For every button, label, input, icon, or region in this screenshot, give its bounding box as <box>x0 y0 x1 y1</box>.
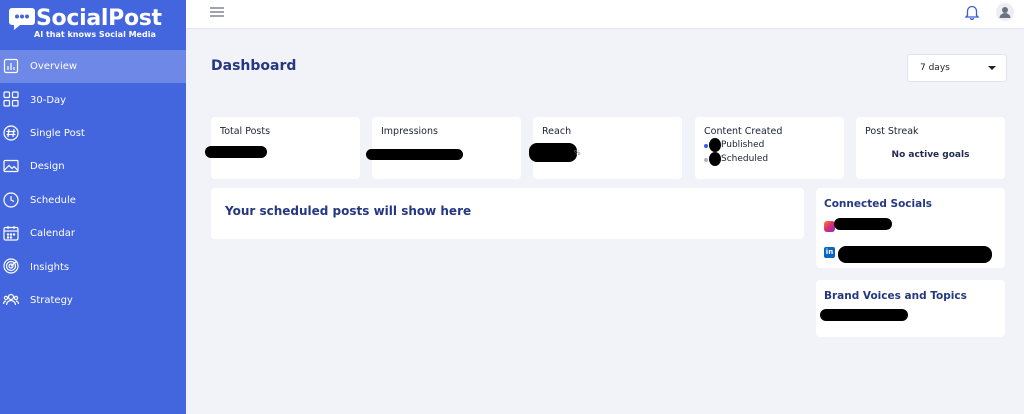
redacted-value <box>366 149 463 160</box>
calendar-icon <box>3 225 19 241</box>
redacted-value <box>709 138 721 152</box>
connected-socials-title: Connected Socials <box>824 198 933 210</box>
stat-card-impressions: Impressions <box>366 117 521 179</box>
scheduled-posts-message: Your scheduled posts will show here <box>225 204 472 218</box>
sidebar-item-label: Design <box>30 161 65 173</box>
bell-icon[interactable] <box>964 4 980 20</box>
chat-bubble-logo-icon <box>9 8 35 30</box>
sidebar-item-label: Overview <box>30 61 78 73</box>
sidebar-nav: Overview 30-Day Single Post Design Sched… <box>0 50 186 317</box>
redacted-account[interactable] <box>838 246 992 263</box>
insights-icon <box>3 258 19 274</box>
sidebar-item-strategy[interactable]: Strategy <box>0 284 186 317</box>
stat-card-content-created: Content Created Published Scheduled <box>695 117 844 179</box>
chevron-down-icon <box>988 66 996 70</box>
sidebar-item-single-post[interactable]: Single Post <box>0 117 186 150</box>
image-icon <box>3 160 19 173</box>
sidebar-item-label: Single Post <box>30 127 85 139</box>
reach-suffix: % <box>574 149 581 157</box>
redacted-topic[interactable] <box>820 309 908 321</box>
bar-chart-icon <box>3 58 19 74</box>
stat-label: Content Created <box>704 126 783 137</box>
post-streak-message: No active goals <box>891 150 970 160</box>
sidebar-item-calendar[interactable]: Calendar <box>0 217 186 250</box>
published-dot <box>704 144 708 148</box>
scheduled-label: Scheduled <box>721 154 769 164</box>
stat-label: Impressions <box>381 126 438 137</box>
stat-card-post-streak: Post Streak No active goals <box>856 117 1005 179</box>
redacted-value <box>205 146 267 158</box>
scheduled-dot <box>704 158 708 162</box>
sidebar: SocialPost AI that knows Social Media Ov… <box>0 0 186 414</box>
hashtag-icon <box>3 125 19 141</box>
sidebar-item-insights[interactable]: Insights <box>0 250 186 283</box>
sidebar-item-label: Calendar <box>30 228 75 240</box>
linkedin-icon: in <box>824 247 835 258</box>
stat-card-total-posts: Total Posts <box>205 117 360 179</box>
stat-label: Post Streak <box>865 126 919 137</box>
sidebar-item-overview[interactable]: Overview <box>0 50 186 84</box>
user-icon <box>999 7 1011 18</box>
sidebar-item-label: Schedule <box>30 194 76 206</box>
stat-label: Reach <box>542 126 572 137</box>
sidebar-item-design[interactable]: Design <box>0 150 186 183</box>
redacted-account[interactable] <box>834 218 892 230</box>
sidebar-item-schedule[interactable]: Schedule <box>0 184 186 217</box>
brand-subtitle: AI that knows Social Media <box>34 30 156 39</box>
connected-socials-card: Connected Socials in <box>816 188 1005 268</box>
redacted-value <box>529 143 577 162</box>
clock-icon <box>3 191 19 208</box>
brand-voices-card: Brand Voices and Topics <box>816 280 1005 337</box>
grid-icon <box>3 91 19 107</box>
brand-voices-title: Brand Voices and Topics <box>824 290 967 302</box>
published-label: Published <box>721 140 765 150</box>
page-title: Dashboard <box>211 58 297 74</box>
scheduled-posts-card: Your scheduled posts will show here <box>211 188 804 239</box>
brand-title: SocialPost <box>36 6 162 31</box>
sidebar-item-30-day[interactable]: 30-Day <box>0 83 186 116</box>
sidebar-item-label: 30-Day <box>30 94 67 106</box>
date-range-value: 7 days <box>920 63 950 73</box>
top-bar <box>186 0 1024 29</box>
stat-card-reach: Reach % <box>529 117 682 179</box>
sidebar-item-label: Strategy <box>30 294 73 306</box>
menu-icon[interactable] <box>210 6 224 18</box>
stat-label: Total Posts <box>220 126 271 137</box>
logo[interactable]: SocialPost AI that knows Social Media <box>6 2 186 42</box>
redacted-value <box>709 152 721 166</box>
users-icon <box>3 293 19 305</box>
sidebar-item-label: Insights <box>30 261 70 273</box>
avatar[interactable] <box>996 3 1014 21</box>
date-range-select[interactable]: 7 days <box>907 54 1007 82</box>
